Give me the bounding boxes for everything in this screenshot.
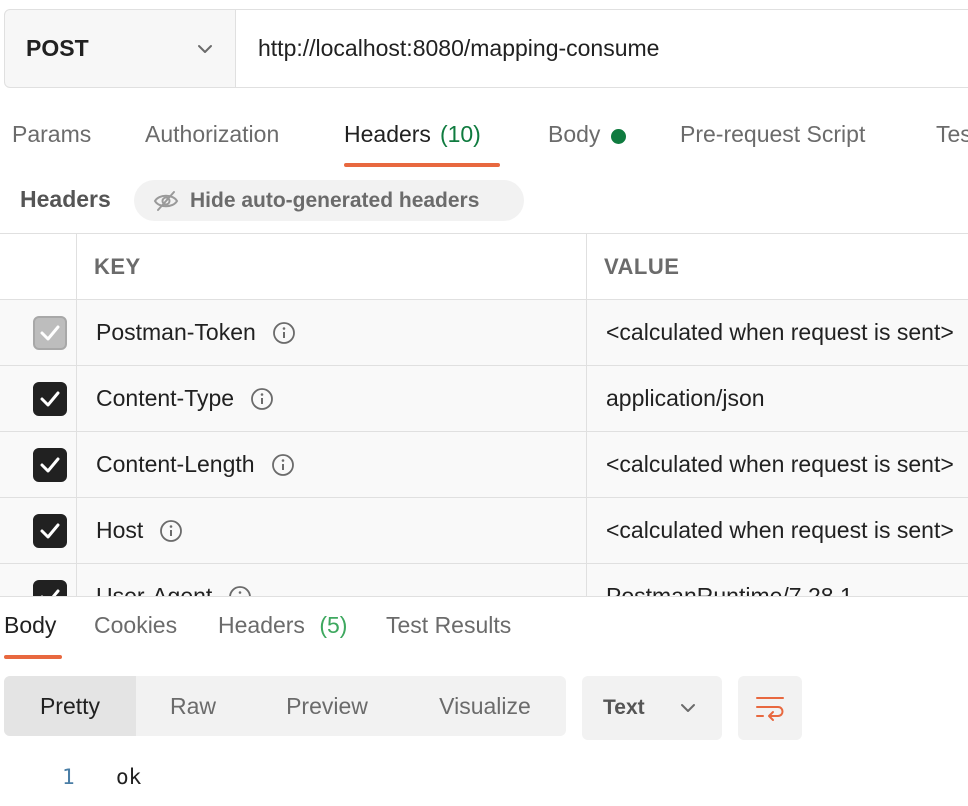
active-tab-underline — [344, 163, 500, 167]
format-select[interactable]: Text — [582, 676, 722, 740]
table-row: Postman-Token <calculated when request i… — [0, 300, 968, 366]
request-tabs: Params Authorization Headers (10) Body P… — [0, 104, 968, 170]
table-header: KEY VALUE — [0, 234, 968, 300]
response-tab-cookies[interactable]: Cookies — [94, 612, 177, 639]
header-key-cell[interactable]: Postman-Token — [96, 300, 296, 365]
response-tab-body-label: Body — [4, 612, 57, 638]
active-response-tab-underline — [4, 655, 62, 659]
chevron-down-icon — [681, 704, 695, 712]
line-number: 1 — [62, 765, 75, 789]
wrap-lines-button[interactable] — [738, 676, 802, 740]
format-select-value: Text — [603, 696, 645, 719]
wrap-lines-icon — [756, 697, 784, 721]
headers-table: KEY VALUE Postman-Token <calculated when… — [0, 233, 968, 597]
response-tab-test-results-label: Test Results — [386, 612, 512, 638]
chevron-down-icon — [198, 44, 212, 53]
column-header-value: VALUE — [604, 253, 680, 279]
header-key-cell[interactable]: Content-Type — [96, 366, 274, 431]
body-modified-dot-icon — [611, 129, 627, 144]
table-row: Host <calculated when request is sent> — [0, 498, 968, 564]
tab-body-label: Body — [548, 121, 601, 147]
row-checkbox[interactable] — [33, 514, 67, 548]
hide-auto-generated-button[interactable]: Hide auto-generated headers — [134, 180, 524, 221]
method-select[interactable]: POST — [5, 10, 236, 87]
header-key-cell[interactable]: Host — [96, 498, 183, 563]
row-checkbox[interactable] — [33, 382, 67, 416]
method-label: POST — [26, 35, 89, 61]
header-key: Host — [96, 517, 144, 543]
postman-request-view: POST http://localhost:8080/mapping-consu… — [0, 0, 968, 806]
tab-params-label: Params — [12, 121, 92, 147]
tab-headers-count: (10) — [439, 121, 481, 147]
tab-params[interactable]: Params — [12, 104, 91, 168]
header-key: Postman-Token — [96, 319, 256, 345]
view-mode-raw[interactable]: Raw — [136, 676, 250, 736]
url-text: http://localhost:8080/mapping-consume — [258, 35, 660, 61]
checkmark-icon — [40, 391, 60, 407]
checkmark-icon — [40, 325, 60, 341]
header-key: User-Agent — [96, 583, 213, 597]
info-icon[interactable] — [250, 387, 274, 411]
view-mode-segmented-control: Pretty Raw Preview Visualize — [4, 676, 566, 736]
tab-authorization-label: Authorization — [145, 121, 280, 147]
checkmark-icon — [40, 523, 60, 539]
response-body-text: ok — [116, 765, 142, 789]
header-value-cell[interactable]: <calculated when request is sent> — [606, 498, 954, 563]
column-header-key: KEY — [94, 253, 141, 279]
view-mode-visualize[interactable]: Visualize — [404, 676, 566, 736]
view-mode-preview[interactable]: Preview — [250, 676, 404, 736]
row-checkbox[interactable] — [33, 448, 67, 482]
response-tab-test-results[interactable]: Test Results — [386, 612, 511, 639]
view-mode-pretty[interactable]: Pretty — [4, 676, 136, 736]
response-tab-headers-label: Headers — [218, 612, 305, 638]
row-checkbox[interactable] — [33, 316, 67, 350]
table-row: Content-Length <calculated when request … — [0, 432, 968, 498]
header-value-cell[interactable]: <calculated when request is sent> — [606, 432, 954, 497]
tab-tests[interactable]: Tes — [936, 104, 968, 168]
info-icon[interactable] — [159, 519, 183, 543]
response-tab-body[interactable]: Body — [4, 612, 56, 639]
checkmark-icon — [40, 457, 60, 473]
header-value-cell[interactable]: <calculated when request is sent> — [606, 300, 954, 365]
tab-body[interactable]: Body — [548, 104, 627, 168]
header-key-cell[interactable]: Content-Length — [96, 432, 295, 497]
info-icon[interactable] — [272, 321, 296, 345]
response-tabs: Body Cookies Headers (5) Test Results — [0, 597, 968, 661]
header-key: Content-Type — [96, 385, 235, 411]
response-tab-cookies-label: Cookies — [94, 612, 178, 638]
table-row: Content-Type application/json — [0, 366, 968, 432]
tab-headers[interactable]: Headers (10) — [344, 104, 481, 168]
tab-tests-label: Tes — [936, 121, 968, 147]
header-value-cell[interactable]: PostmanRuntime/7.28.1 — [606, 564, 853, 597]
response-tab-headers[interactable]: Headers (5) — [218, 612, 347, 639]
row-checkbox[interactable] — [33, 580, 67, 597]
headers-section-title: Headers — [20, 186, 111, 212]
tab-authorization[interactable]: Authorization — [145, 104, 279, 168]
info-icon[interactable] — [271, 453, 295, 477]
column-divider — [76, 234, 77, 597]
request-bar: POST http://localhost:8080/mapping-consu… — [4, 9, 968, 88]
header-value-cell[interactable]: application/json — [606, 366, 765, 431]
column-divider[interactable] — [586, 234, 587, 597]
tab-pre-request-script[interactable]: Pre-request Script — [680, 104, 865, 168]
tab-headers-label: Headers — [344, 121, 431, 147]
tab-pre-request-label: Pre-request Script — [680, 121, 866, 147]
hide-auto-generated-label: Hide auto-generated headers — [190, 188, 480, 212]
header-key-cell[interactable]: User-Agent — [96, 564, 252, 597]
response-tab-headers-count: (5) — [319, 612, 348, 638]
url-input[interactable]: http://localhost:8080/mapping-consume — [236, 10, 968, 87]
eye-off-icon — [153, 190, 179, 211]
table-row: User-Agent PostmanRuntime/7.28.1 — [0, 564, 968, 597]
header-key: Content-Length — [96, 451, 255, 477]
